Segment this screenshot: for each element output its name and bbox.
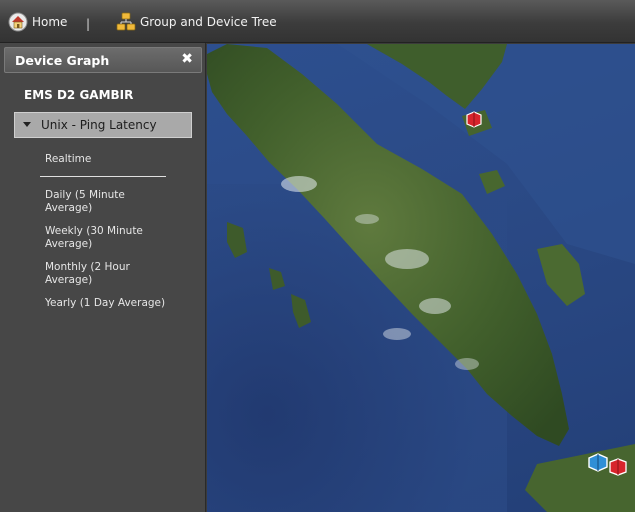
- realtime-selected-underline: [40, 176, 166, 177]
- top-toolbar: Home | Group and Device Tree: [0, 0, 635, 43]
- device-graph-panel: Device Graph ✖ EMS D2 GAMBIR Unix - Ping…: [0, 43, 206, 512]
- chevron-down-icon: [23, 122, 31, 127]
- menu-item-realtime[interactable]: Realtime: [45, 153, 170, 166]
- menu-item-daily[interactable]: Daily (5 Minute Average): [45, 189, 170, 215]
- device-name: EMS D2 GAMBIR: [24, 88, 134, 102]
- map-terrain: [207, 44, 635, 512]
- home-label: Home: [32, 15, 68, 29]
- group-tree-icon: [116, 12, 136, 32]
- toolbar-separator: |: [86, 17, 91, 31]
- group-device-tree-link[interactable]: Group and Device Tree: [116, 12, 277, 32]
- menu-item-yearly[interactable]: Yearly (1 Day Average): [45, 297, 170, 310]
- satellite-map[interactable]: [207, 44, 635, 512]
- group-device-tree-label: Group and Device Tree: [140, 15, 277, 29]
- home-link[interactable]: Home: [8, 12, 67, 32]
- menu-item-weekly[interactable]: Weekly (30 Minute Average): [45, 225, 170, 251]
- graph-type-selected: Unix - Ping Latency: [41, 118, 157, 132]
- menu-item-monthly[interactable]: Monthly (2 Hour Average): [45, 261, 170, 287]
- close-icon[interactable]: ✖: [181, 51, 193, 67]
- home-icon: [8, 12, 28, 32]
- panel-header: Device Graph ✖: [4, 47, 202, 73]
- graph-type-dropdown[interactable]: Unix - Ping Latency: [14, 112, 192, 138]
- panel-title: Device Graph: [15, 53, 110, 68]
